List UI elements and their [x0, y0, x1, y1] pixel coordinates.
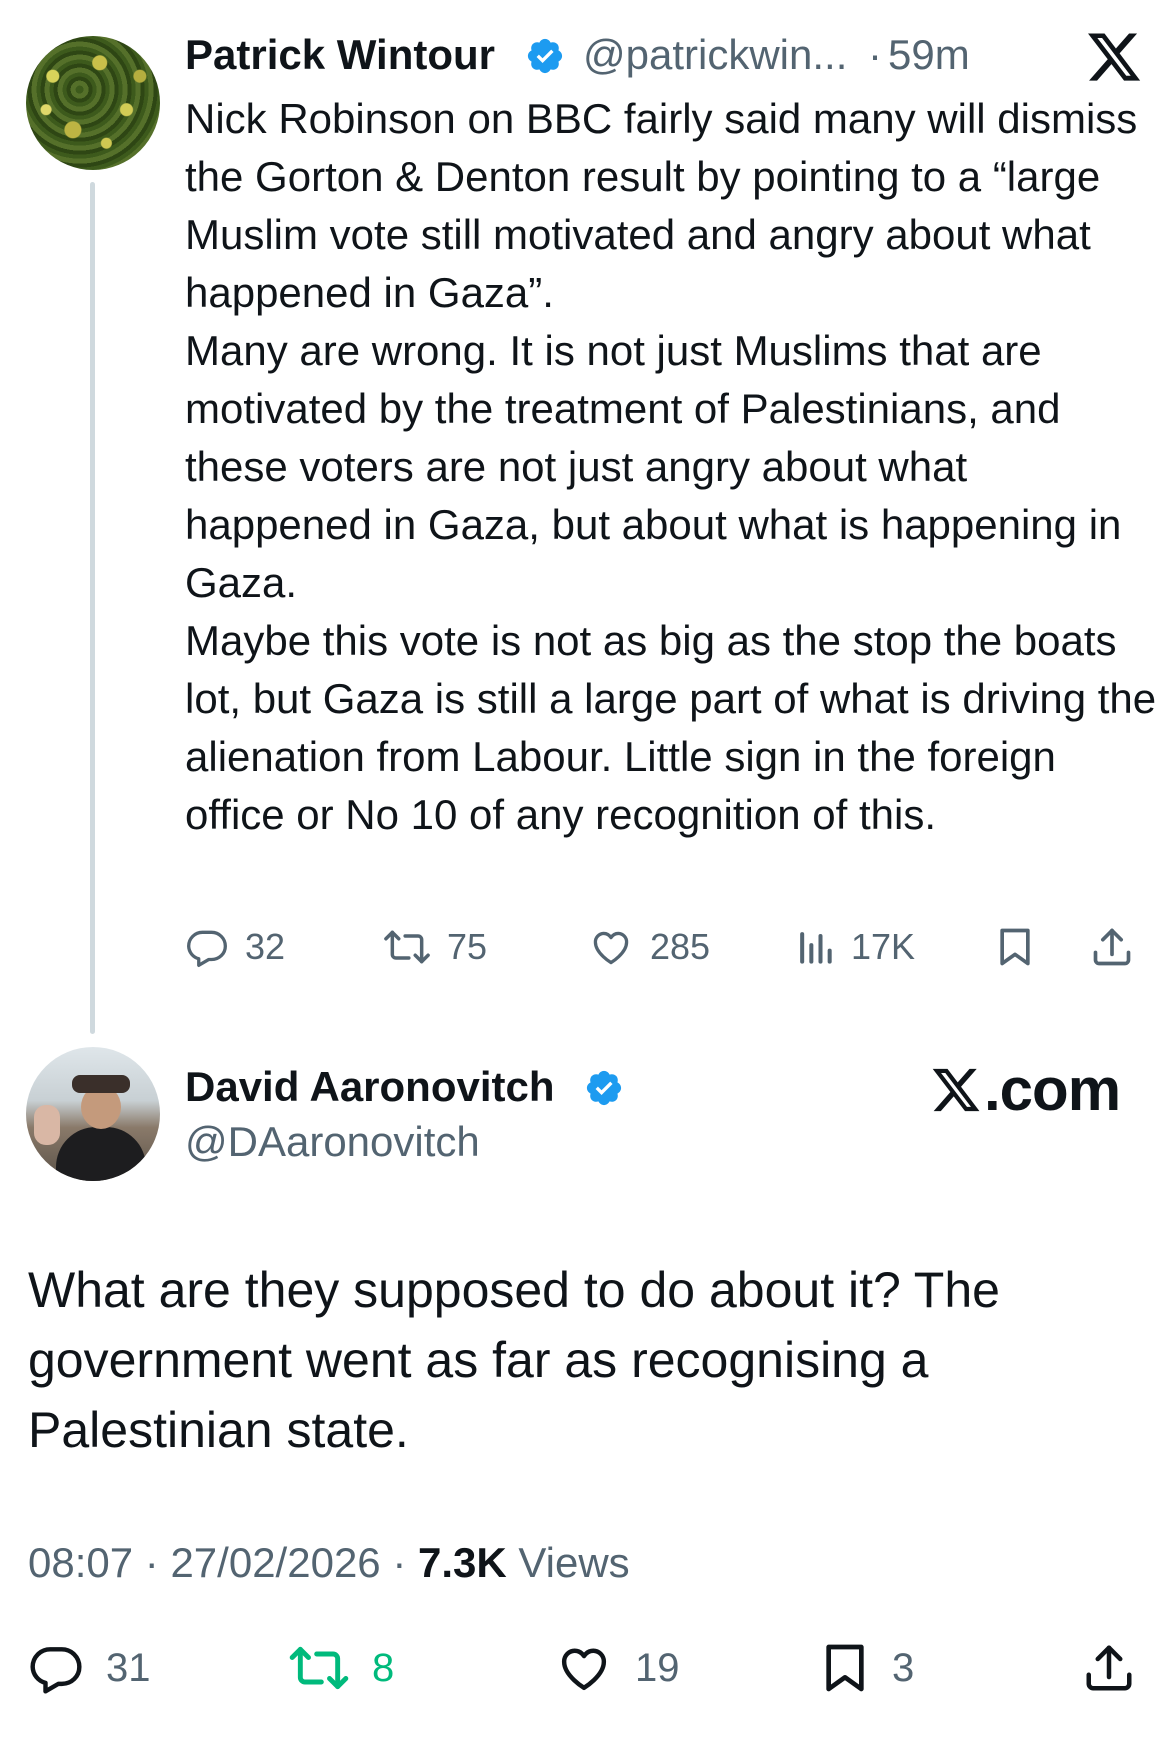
reply-button[interactable]: 31 [28, 1640, 151, 1696]
avatar-photo-detail [34, 1105, 60, 1145]
repost-button[interactable]: 8 [288, 1640, 394, 1696]
x-com-watermark: .com [930, 1055, 1121, 1125]
thread-connector-line [90, 182, 95, 1034]
views-button[interactable]: 17K [795, 925, 915, 969]
author-name[interactable]: Patrick Wintour [185, 30, 495, 80]
author-name[interactable]: David Aaronovitch [185, 1062, 555, 1112]
avatar-david-aaronovitch[interactable] [26, 1047, 160, 1181]
share-button[interactable] [1090, 925, 1134, 969]
tweet-meta: 08:07 · 27/02/2026 · 7.3K Views [28, 1537, 630, 1589]
bookmark-icon [1000, 928, 1030, 966]
repost-count: 75 [447, 926, 488, 967]
author-handle[interactable]: @DAaronovitch [185, 1117, 480, 1167]
separator-dot: · [144, 1539, 159, 1586]
avatar-photo-detail [56, 1127, 146, 1181]
bookmark-icon [826, 1644, 864, 1692]
tweet-paragraph: Maybe this vote is not as big as the sto… [185, 617, 1157, 838]
avatar-photo-detail [72, 1075, 130, 1093]
repost-icon [289, 1646, 349, 1690]
separator-dot: · [868, 31, 882, 78]
x-logo-icon [1088, 33, 1141, 81]
tweet-text: What are they supposed to do about it? T… [28, 1262, 1000, 1458]
share-icon [1093, 928, 1131, 966]
reply-count: 32 [245, 926, 286, 967]
bar-chart-icon [800, 932, 832, 964]
x-logo-icon [932, 1068, 980, 1112]
heart-icon [561, 1648, 607, 1691]
reply-count: 31 [106, 1646, 151, 1690]
view-count: 17K [851, 926, 916, 967]
author-handle[interactable]: @patrickwin... [583, 30, 847, 80]
tweet-paragraph: Nick Robinson on BBC fairly said many wi… [185, 95, 1138, 316]
like-count: 19 [635, 1646, 680, 1690]
tweet-paragraph: Many are wrong. It is not just Muslims t… [185, 327, 1122, 606]
share-button[interactable] [1082, 1640, 1136, 1696]
bookmark-count: 3 [892, 1646, 915, 1690]
reply-button[interactable]: 32 [185, 925, 285, 969]
tweet-date[interactable]: 27/02/2026 [170, 1539, 380, 1586]
tweet-time[interactable]: 08:07 [28, 1539, 133, 1586]
share-icon [1086, 1645, 1132, 1691]
reply-bubble-icon [30, 1647, 82, 1694]
repost-button[interactable]: 75 [383, 925, 487, 969]
tweet-timestamp[interactable]: 59m [888, 30, 970, 80]
bookmark-button[interactable]: 3 [820, 1640, 914, 1696]
brand-domain-label: .com [984, 1056, 1121, 1123]
like-count: 285 [650, 926, 711, 967]
repost-count: 8 [372, 1646, 395, 1690]
separator-dot: · [392, 1539, 407, 1586]
verified-badge-icon [586, 1070, 622, 1106]
like-button[interactable]: 19 [555, 1640, 680, 1696]
repost-icon [384, 930, 430, 964]
like-button[interactable]: 285 [588, 925, 710, 969]
heart-icon [593, 931, 629, 965]
views-count: 7.3K [418, 1539, 507, 1586]
verified-badge-icon [527, 38, 563, 74]
bookmark-button[interactable] [995, 925, 1035, 969]
tweet-text: Nick Robinson on BBC fairly said many wi… [185, 90, 1160, 844]
views-label: Views [518, 1539, 630, 1586]
avatar-patrick-wintour[interactable] [26, 36, 160, 170]
reply-bubble-icon [187, 930, 227, 967]
